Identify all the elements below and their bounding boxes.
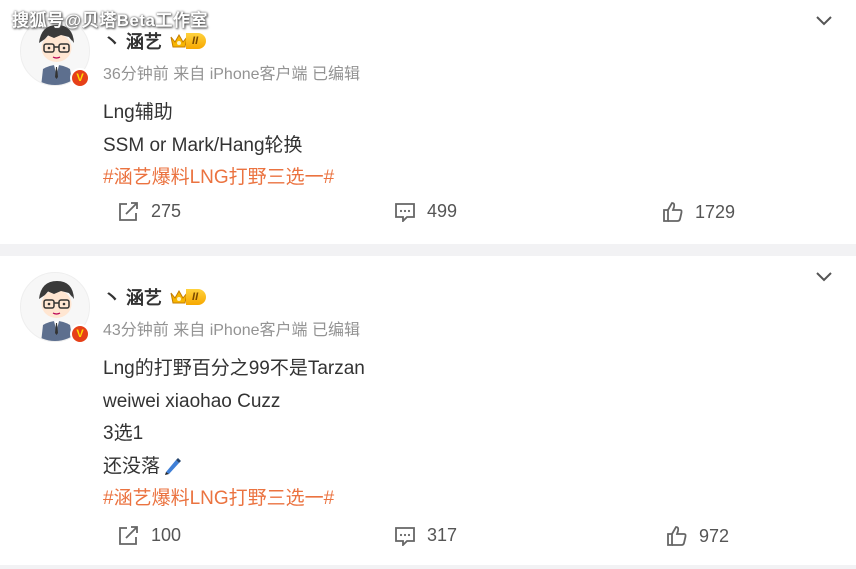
author-name[interactable]: 丶 涵艺 [103,284,162,310]
post-card: V 丶 涵艺 II 36分钟前 来自 iPhone客户端 已编辑 Lng辅助 S… [0,0,856,244]
like-count: 972 [699,525,730,546]
post-content: Lng的打野百分之99不是Tarzan weiwei xiaohao Cuzz … [103,353,365,516]
post-content: Lng辅助 SSM or Mark/Hang轮换 #涵艺爆料LNG打野三选一# [103,97,334,195]
content-line: Lng辅助 [103,102,173,123]
like-button[interactable]: 1729 [662,201,735,223]
divider [0,565,856,569]
level-badge: II [170,32,207,50]
chevron-down-icon[interactable] [816,272,832,282]
author-name[interactable]: 丶 涵艺 [103,28,162,54]
repost-icon [119,525,138,545]
content-text: 还没落 [103,455,161,477]
repost-count: 275 [151,201,182,221]
content-line: Lng的打野百分之99不是Tarzan [103,358,365,379]
comment-count: 317 [427,525,458,545]
hashtag-link[interactable]: #涵艺爆料LNG打野三选一# [103,483,365,516]
content-line-with-emoji: 还没落 [103,451,365,484]
comment-icon [395,202,415,222]
level-number: II [186,33,207,49]
pen-emoji [165,458,182,476]
action-bar: 100 317 972 [0,525,856,555]
verified-badge: V [70,68,90,88]
verified-badge: V [70,324,90,344]
divider [0,244,856,256]
action-bar: 275 499 1729 [0,201,856,231]
level-badge: II [170,288,207,306]
content-line: weiwei xiaohao Cuzz [103,390,281,412]
repost-icon [119,201,138,221]
watermark: 搜狐号@贝塔Beta工作室 [12,11,208,30]
level-number: II [186,289,207,305]
comment-button[interactable]: 499 [394,201,457,222]
hashtag-link[interactable]: #涵艺爆料LNG打野三选一# [103,162,334,195]
comment-count: 499 [427,201,458,221]
thumbs-up-icon [663,202,683,222]
chevron-down-icon[interactable] [816,16,832,26]
post-card: V 丶 涵艺 II 43分钟前 来自 iPhone客户端 已编辑 Lng的打野百… [0,256,856,565]
like-count: 1729 [695,201,736,222]
comment-icon [395,526,415,546]
content-line: 3选1 [103,423,144,444]
post-meta: 36分钟前 来自 iPhone客户端 已编辑 [103,66,360,83]
post-meta: 43分钟前 来自 iPhone客户端 已编辑 [103,322,360,339]
like-button[interactable]: 972 [666,525,729,547]
repost-count: 100 [151,525,182,545]
content-line: SSM or Mark/Hang轮换 [103,134,303,156]
thumbs-up-icon [667,526,687,546]
repost-button[interactable]: 100 [118,525,181,546]
comment-button[interactable]: 317 [394,525,457,546]
repost-button[interactable]: 275 [118,201,181,222]
